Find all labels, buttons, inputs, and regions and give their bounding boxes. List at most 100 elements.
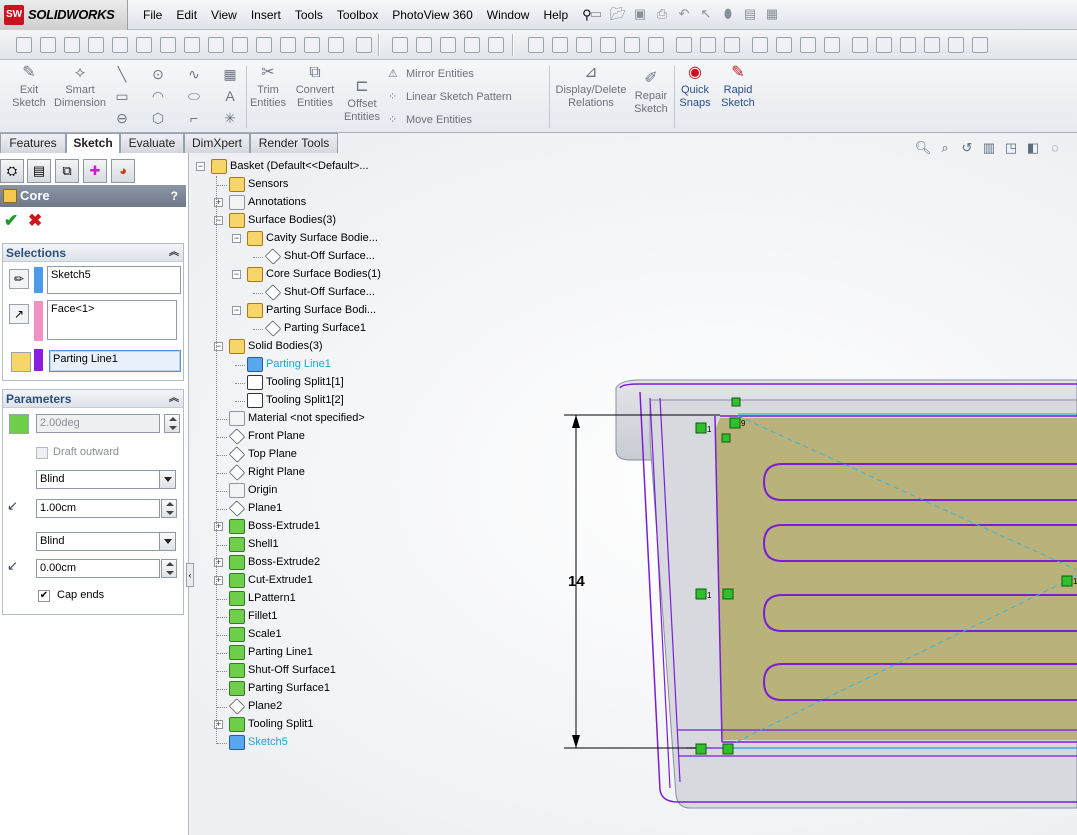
model-view[interactable]: 14 1 9 1 1 [560,370,1077,830]
tree-node[interactable]: Parting Surface1 [264,319,366,338]
surface-4-icon[interactable] [600,37,616,53]
tree-node[interactable]: Origin [229,482,277,500]
save-icon[interactable]: ▣ [632,5,648,23]
section-view-icon[interactable]: ▥ [980,139,998,157]
menu-insert[interactable]: Insert [244,0,288,30]
relation-marker[interactable] [695,743,707,755]
tree-node[interactable]: Cavity Surface Bodie... [247,230,378,248]
relation-marker[interactable] [695,422,707,434]
solidworks-logo[interactable]: SW SOLIDWORKS [0,0,128,30]
direction-2-icon[interactable]: ↙ [7,558,27,578]
display-style-icon[interactable]: ◧ [1024,139,1042,157]
tooling-3-icon[interactable] [800,37,816,53]
tree-node[interactable]: Parting Surface Bodi... [247,302,376,320]
tooling-8-icon[interactable] [924,37,940,53]
check-sheet-2-icon[interactable] [184,37,200,53]
tab-features[interactable]: Features [0,133,66,153]
draft-icon[interactable] [256,37,272,53]
surface-2-icon[interactable] [552,37,568,53]
mold-tools-1-icon[interactable] [392,37,408,53]
tooling-2-icon[interactable] [776,37,792,53]
spell-check-icon[interactable] [16,37,32,53]
split-icon[interactable] [280,37,296,53]
help-button[interactable]: ? [171,185,178,207]
tree-node[interactable]: Boss-Extrude2 [229,554,320,572]
tree-node[interactable]: Top Plane [228,445,297,464]
tree-node[interactable]: Basket (Default<<Default>... [211,158,369,176]
end-condition-2-select[interactable]: Blind [36,532,176,551]
collapse-icon[interactable]: ︽ [169,244,179,262]
check-icon[interactable] [328,37,344,53]
draft-outward-checkbox[interactable] [36,447,48,459]
feature-works-icon[interactable] [356,37,372,53]
tree-node[interactable]: Annotations [229,194,306,212]
mirror-entities-button[interactable]: ⚠ Mirror Entities [388,67,474,80]
gauge-icon[interactable] [112,37,128,53]
polygon-icon[interactable]: ⬡ [150,110,166,126]
tab-dimxpert[interactable]: DimXpert [184,133,250,153]
check-sheet-icon[interactable] [160,37,176,53]
convert-entities-button[interactable]: ⧉ Convert Entities [292,64,338,110]
relation-marker[interactable] [722,743,734,755]
print-icon[interactable]: ⎙ [654,5,670,23]
configuration-manager-tab-icon[interactable]: ⧉ [55,159,79,183]
trim-entities-button[interactable]: ✂ Trim Entities [248,64,288,110]
depth-1-field[interactable]: 1.00cm [36,499,160,518]
tree-node[interactable]: Scale1 [229,626,282,644]
tree-node[interactable]: Right Plane [228,463,305,482]
ellipse-icon[interactable]: ⬭ [186,88,202,104]
tree-node[interactable]: Sensors [229,176,288,194]
tree-node[interactable]: Cut-Extrude1 [229,572,313,590]
tree-node[interactable]: Solid Bodies(3) [229,338,323,356]
menu-toolbox[interactable]: Toolbox [330,0,385,30]
tree-node[interactable]: Shut-Off Surface1 [229,662,336,680]
draft-angle-field[interactable]: 2.00deg [36,414,160,433]
tree-node[interactable]: Parting Line1 [229,644,313,662]
select-icon[interactable]: ↖ [698,5,714,23]
tree-node[interactable]: Tooling Split1[1] [247,374,344,392]
tree-node[interactable]: Surface Bodies(3) [229,212,336,230]
parting-line-selection-box[interactable]: Parting Line1 [49,350,181,372]
relation-marker[interactable] [1061,575,1073,587]
hide-show-items-icon[interactable]: ◌ [1046,139,1064,157]
tree-node[interactable]: Sketch5 [229,734,288,752]
sum-icon[interactable] [208,37,224,53]
menu-photoview[interactable]: PhotoView 360 [385,0,480,30]
rapid-sketch-button[interactable]: ✎ Rapid Sketch [718,64,758,110]
relation-marker[interactable] [721,433,731,443]
menu-file[interactable]: File [136,0,169,30]
tree-node[interactable]: Shut-Off Surface... [264,283,375,302]
balance-icon[interactable] [64,37,80,53]
offset-entities-button[interactable]: ⊏ Offset Entities [340,78,384,124]
collapse-icon[interactable]: − [232,234,241,243]
point-icon[interactable]: ✳ [222,110,238,126]
collapse-icon[interactable]: − [232,306,241,315]
tooling-5-icon[interactable] [852,37,868,53]
spline-icon[interactable]: ∿ [186,66,202,82]
relation-marker[interactable] [722,588,734,600]
rectangle-icon[interactable]: ▭ [114,88,130,104]
file-properties-icon[interactable]: ▤ [742,5,758,23]
tab-sketch[interactable]: Sketch [66,133,120,154]
tree-node[interactable]: Material <not specified> [229,410,365,428]
rebuild-icon[interactable]: ⬮ [720,5,736,23]
open-icon[interactable]: 📂︎ [610,5,627,23]
circle-icon[interactable]: ⊙ [150,66,166,82]
tab-render-tools[interactable]: Render Tools [250,133,338,153]
surface-6-icon[interactable] [648,37,664,53]
tooling-4-icon[interactable] [824,37,840,53]
grid-icon[interactable]: ▦ [222,66,238,82]
new-document-icon[interactable]: ▭ [588,5,604,23]
sketch-selection-box[interactable]: Sketch5 [47,266,181,294]
depth-2-spinner[interactable] [161,559,177,578]
menu-help[interactable]: Help [536,0,575,30]
tooling-9-icon[interactable] [948,37,964,53]
tree-node[interactable]: Boss-Extrude1 [229,518,320,536]
relation-marker[interactable] [729,417,741,429]
tooling-7-icon[interactable] [900,37,916,53]
quick-snaps-button[interactable]: ◉ Quick Snaps [678,64,712,110]
display-delete-relations-button[interactable]: ⊿ Display/Delete Relations [554,64,628,110]
mold-tools-4-icon[interactable] [464,37,480,53]
tree-node[interactable]: Parting Line1 [247,356,331,374]
direction-1-icon[interactable]: ↙ [7,498,27,518]
